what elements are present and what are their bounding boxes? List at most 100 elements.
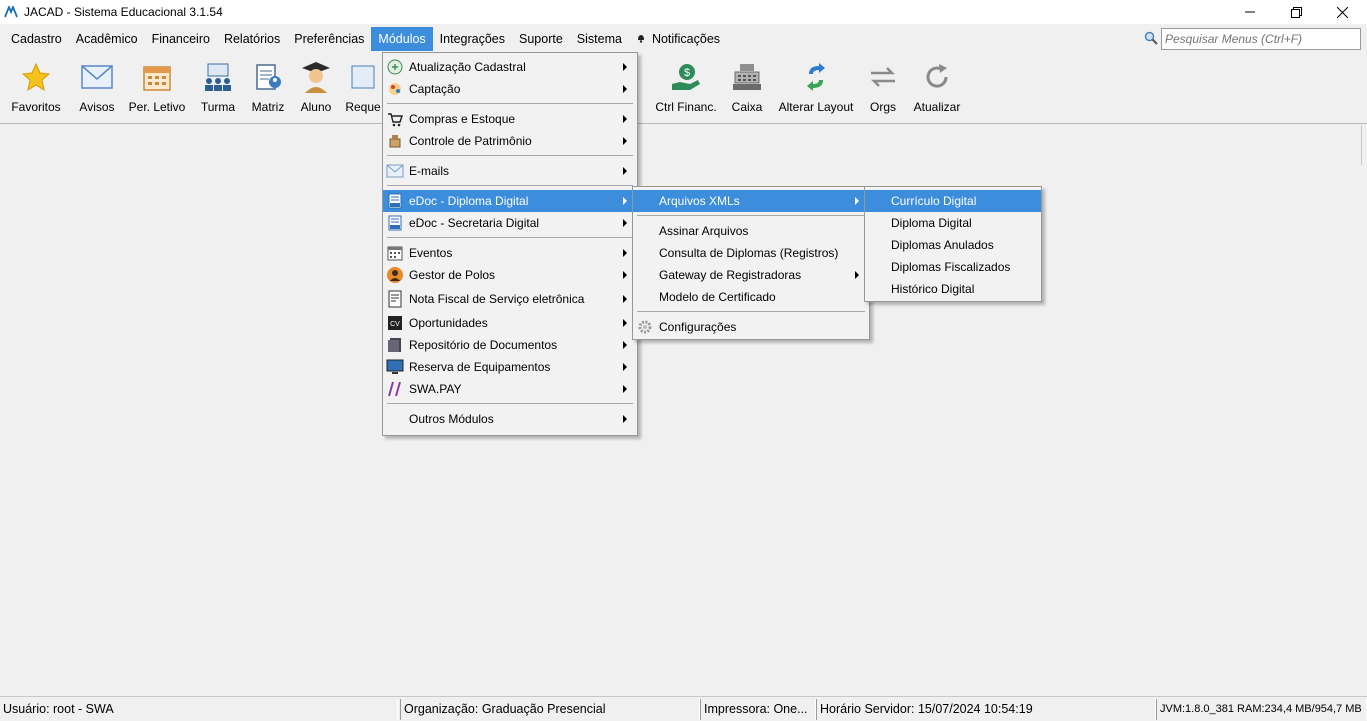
graduate-icon: [299, 60, 333, 94]
menu-item-atualizacao-cadastral[interactable]: Atualização Cadastral: [383, 56, 637, 78]
menu-sistema[interactable]: Sistema: [570, 27, 629, 51]
menu-preferencias[interactable]: Preferências: [287, 27, 371, 51]
submenu-arrow-icon: [855, 271, 859, 279]
gear-icon: [636, 318, 654, 336]
menu-item-modelo-certificado[interactable]: Modelo de Certificado: [633, 286, 869, 308]
search-input[interactable]: [1161, 28, 1361, 50]
menu-item-assinar-arquivos[interactable]: Assinar Arquivos: [633, 220, 869, 242]
workspace-divider: [1361, 125, 1367, 165]
menu-item-edoc-diploma-digital[interactable]: eDoc - Diploma Digital: [383, 190, 637, 212]
minimize-button[interactable]: [1227, 0, 1273, 24]
toolbar-caixa-button[interactable]: Caixa: [728, 60, 766, 120]
menu-item-diplomas-fiscalizados[interactable]: Diplomas Fiscalizados: [865, 256, 1041, 278]
menu-item-repositorio-documentos[interactable]: Repositório de Documentos: [383, 334, 637, 356]
menu-item-outros-modulos[interactable]: Outros Módulos: [383, 408, 637, 430]
toolbar-atualizar-button[interactable]: Atualizar: [910, 60, 964, 120]
menu-item-historico-digital[interactable]: Histórico Digital: [865, 278, 1041, 300]
menu-item-captacao[interactable]: Captação: [383, 78, 637, 100]
menu-relatorios[interactable]: Relatórios: [217, 27, 287, 51]
capture-icon: [386, 80, 404, 98]
request-icon: [346, 60, 380, 94]
documents-repo-icon: [386, 336, 404, 354]
menu-separator: [633, 212, 869, 220]
poles-manager-icon: [386, 266, 404, 284]
shopping-icon: [386, 110, 404, 128]
matrix-doc-icon: [251, 60, 285, 94]
status-organization: Organização: Graduação Presencial: [400, 699, 700, 720]
submenu-arrow-icon: [623, 415, 627, 423]
envelope-icon: [80, 60, 114, 94]
status-server-time: Horário Servidor: 15/07/2024 10:54:19: [816, 699, 1156, 720]
menu-item-nota-fiscal[interactable]: Nota Fiscal de Serviço eletrônica: [383, 286, 637, 312]
layout-swap-icon: [799, 60, 833, 94]
menu-separator: [383, 182, 637, 190]
menu-item-gateway-registradoras[interactable]: Gateway de Registradoras: [633, 264, 869, 286]
toolbar-aluno-button[interactable]: Aluno: [296, 60, 336, 120]
submenu-arrow-icon: [623, 115, 627, 123]
status-printer: Impressora: One...: [700, 699, 816, 720]
email-icon: [386, 162, 404, 180]
jacad-logo-icon: [4, 5, 18, 19]
search-icon: [1144, 31, 1158, 48]
update-register-icon: [386, 58, 404, 76]
opportunities-icon: CV: [386, 314, 404, 332]
submenu-arrow-icon: [623, 219, 627, 227]
menu-item-controle-patrimonio[interactable]: Controle de Patrimônio: [383, 130, 637, 152]
submenu-arrow-icon: [623, 85, 627, 93]
submenu-arrow-icon: [623, 63, 627, 71]
toolbar-favoritos-button[interactable]: Favoritos: [8, 60, 64, 120]
calendar-icon: [140, 60, 174, 94]
swapay-icon: [386, 380, 404, 398]
edoc-submenu: Arquivos XMLs Assinar Arquivos Consulta …: [632, 186, 870, 340]
submenu-arrow-icon: [623, 385, 627, 393]
menu-item-gestor-polos[interactable]: Gestor de Polos: [383, 264, 637, 286]
monitor-icon: [386, 358, 404, 376]
submenu-arrow-icon: [623, 295, 627, 303]
menu-financeiro[interactable]: Financeiro: [145, 27, 217, 51]
toolbar-avisos-button[interactable]: Avisos: [74, 60, 120, 120]
menu-cadastro[interactable]: Cadastro: [4, 27, 69, 51]
toolbar-requerimento-button[interactable]: Reque: [344, 60, 382, 120]
menu-item-arquivos-xmls[interactable]: Arquivos XMLs: [633, 190, 869, 212]
assets-icon: [386, 132, 404, 150]
menu-suporte[interactable]: Suporte: [512, 27, 570, 51]
events-calendar-icon: [386, 244, 404, 262]
menu-item-diplomas-anulados[interactable]: Diplomas Anulados: [865, 234, 1041, 256]
menu-item-diploma-digital[interactable]: Diploma Digital: [865, 212, 1041, 234]
toolbar-ctrl-financ-button[interactable]: $ Ctrl Financ.: [652, 60, 720, 120]
toolbar-matriz-button[interactable]: Matriz: [247, 60, 289, 120]
toolbar-orgs-button[interactable]: Orgs: [864, 60, 902, 120]
menu-notificacoes[interactable]: Notificações: [629, 27, 727, 51]
submenu-arrow-icon: [855, 197, 859, 205]
submenu-arrow-icon: [623, 363, 627, 371]
menu-modulos[interactable]: Módulos: [371, 27, 433, 51]
toolbar-alterar-layout-button[interactable]: Alterar Layout: [776, 60, 856, 120]
menu-item-reserva-equipamentos[interactable]: Reserva de Equipamentos: [383, 356, 637, 378]
xml-submenu: Currículo Digital Diploma Digital Diplom…: [864, 186, 1042, 302]
svg-text:$: $: [684, 67, 690, 79]
menu-item-eventos[interactable]: Eventos: [383, 242, 637, 264]
menu-item-oportunidades[interactable]: CV Oportunidades: [383, 312, 637, 334]
menu-separator: [383, 152, 637, 160]
bell-icon: [636, 27, 646, 51]
menu-item-compras-estoque[interactable]: Compras e Estoque: [383, 108, 637, 130]
toolbar-turma-button[interactable]: Turma: [197, 60, 239, 120]
notificacoes-label: Notificações: [651, 32, 721, 46]
submenu-arrow-icon: [623, 249, 627, 257]
window-title: JACAD - Sistema Educacional 3.1.54: [24, 5, 223, 19]
menu-item-configuracoes[interactable]: Configurações: [633, 316, 869, 338]
menu-item-edoc-secretaria-digital[interactable]: eDoc - Secretaria Digital: [383, 212, 637, 234]
menu-item-emails[interactable]: E-mails: [383, 160, 637, 182]
toolbar-per-letivo-button[interactable]: Per. Letivo: [127, 60, 187, 120]
menu-item-swapay[interactable]: SWA.PAY: [383, 378, 637, 400]
menu-integracoes[interactable]: Integrações: [433, 27, 512, 51]
submenu-arrow-icon: [623, 197, 627, 205]
menu-item-consulta-diplomas[interactable]: Consulta de Diplomas (Registros): [633, 242, 869, 264]
maximize-button[interactable]: [1273, 0, 1319, 24]
status-bar: Usuário: root - SWA Organização: Graduaç…: [0, 696, 1367, 721]
menu-item-curriculo-digital[interactable]: Currículo Digital: [865, 190, 1041, 212]
status-jvm-memory: JVM:1.8.0_381 RAM:234,4 MB/954,7 MB: [1156, 699, 1367, 720]
close-button[interactable]: [1319, 0, 1365, 24]
menu-academico[interactable]: Acadêmico: [69, 27, 145, 51]
submenu-arrow-icon: [623, 341, 627, 349]
